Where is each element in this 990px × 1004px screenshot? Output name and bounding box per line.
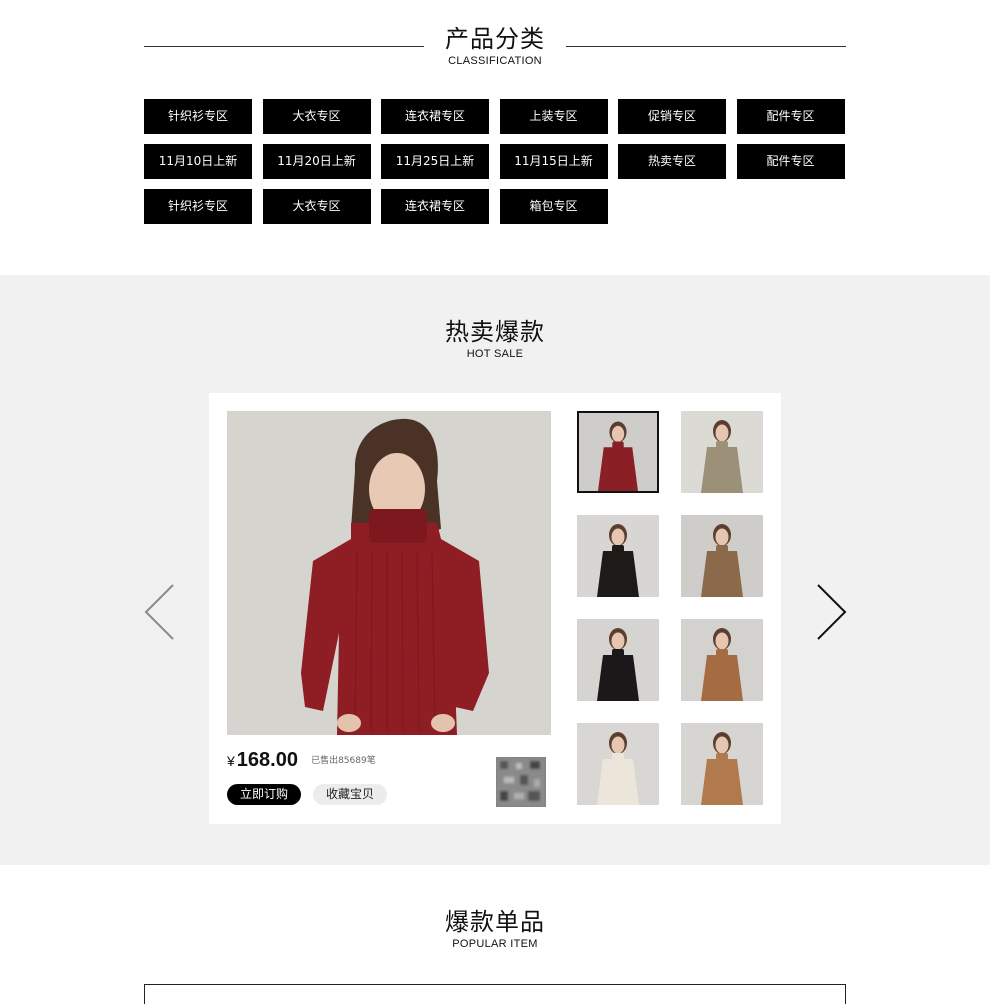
model-photo bbox=[227, 411, 551, 735]
hot-sale-title-cn: 热卖爆款 bbox=[445, 318, 545, 346]
hot-sale-title: 热卖爆款 HOT SALE bbox=[0, 317, 990, 361]
category-button[interactable]: 大衣专区 bbox=[262, 189, 371, 224]
category-button[interactable]: 11月15日上新 bbox=[499, 144, 608, 179]
thumbnail-model-photo bbox=[701, 732, 743, 805]
product-thumbnail[interactable] bbox=[681, 411, 763, 493]
thumbnail-model-photo bbox=[597, 628, 639, 701]
category-button[interactable]: 针织衫专区 bbox=[144, 189, 252, 224]
product-thumbnail[interactable] bbox=[577, 411, 659, 493]
product-thumbnail[interactable] bbox=[577, 723, 659, 805]
category-button[interactable]: 11月20日上新 bbox=[262, 144, 371, 179]
category-button[interactable]: 11月10日上新 bbox=[144, 144, 252, 179]
category-button[interactable]: 上装专区 bbox=[499, 99, 608, 134]
category-button[interactable]: 促销专区 bbox=[618, 99, 726, 134]
hot-sale-section: 热卖爆款 HOT SALE ¥ 168.00 已售出85689笔 立即订购 收藏… bbox=[0, 275, 990, 865]
product-thumbnail[interactable] bbox=[577, 515, 659, 597]
category-button[interactable]: 配件专区 bbox=[736, 99, 845, 134]
popular-section: 爆款单品 POPULAR ITEM bbox=[0, 865, 990, 1004]
sold-count: 已售出85689笔 bbox=[311, 756, 376, 766]
popular-title: 爆款单品 POPULAR ITEM bbox=[0, 907, 990, 951]
category-button[interactable]: 配件专区 bbox=[736, 144, 845, 179]
thumbnail-model-photo bbox=[701, 628, 743, 701]
product-thumbnail[interactable] bbox=[681, 619, 763, 701]
price: ¥168.00 bbox=[227, 749, 298, 771]
category-button[interactable]: 大衣专区 bbox=[262, 99, 371, 134]
qr-code-icon bbox=[496, 757, 546, 807]
thumbnail-model-photo bbox=[701, 524, 743, 597]
carousel-next-button[interactable] bbox=[814, 583, 848, 641]
category-button[interactable]: 连衣裙专区 bbox=[381, 189, 489, 224]
product-thumbnail[interactable] bbox=[681, 515, 763, 597]
price-row: ¥168.00 已售出85689笔 bbox=[227, 749, 497, 775]
carousel-prev-button[interactable] bbox=[143, 583, 177, 641]
product-thumbnail[interactable] bbox=[577, 619, 659, 701]
order-now-button[interactable]: 立即订购 bbox=[227, 784, 301, 805]
classification-title-cn: 产品分类 bbox=[445, 25, 545, 53]
thumbnail-model-photo bbox=[597, 732, 639, 805]
hot-sale-card: ¥168.00 已售出85689笔 立即订购 收藏宝贝 bbox=[209, 393, 781, 824]
category-button[interactable]: 连衣裙专区 bbox=[381, 99, 489, 134]
popular-title-cn: 爆款单品 bbox=[445, 908, 545, 936]
category-button[interactable]: 针织衫专区 bbox=[144, 99, 252, 134]
chevron-left-icon bbox=[144, 584, 174, 640]
category-button[interactable]: 箱包专区 bbox=[499, 189, 608, 224]
main-product-image[interactable] bbox=[227, 411, 551, 735]
category-button[interactable]: 热卖专区 bbox=[618, 144, 726, 179]
category-button[interactable]: 11月25日上新 bbox=[381, 144, 489, 179]
thumbnail-model-photo bbox=[598, 421, 638, 491]
classification-section: 产品分类 CLASSIFICATION 针织衫专区 大衣专区 连衣裙专区 上装专区 促销… bbox=[0, 0, 990, 275]
popular-title-en: POPULAR ITEM bbox=[452, 938, 538, 950]
add-to-favorites-button[interactable]: 收藏宝贝 bbox=[313, 784, 387, 805]
chevron-right-icon bbox=[817, 584, 847, 640]
hot-sale-title-en: HOT SALE bbox=[466, 348, 524, 360]
classification-title-en: CLASSIFICATION bbox=[448, 55, 542, 67]
qr-code bbox=[496, 757, 546, 807]
product-thumbnail[interactable] bbox=[681, 723, 763, 805]
popular-item-frame bbox=[144, 984, 846, 1004]
thumbnail-model-photo bbox=[597, 524, 639, 597]
classification-title: 产品分类 CLASSIFICATION bbox=[0, 24, 990, 68]
thumbnail-model-photo bbox=[701, 420, 743, 493]
